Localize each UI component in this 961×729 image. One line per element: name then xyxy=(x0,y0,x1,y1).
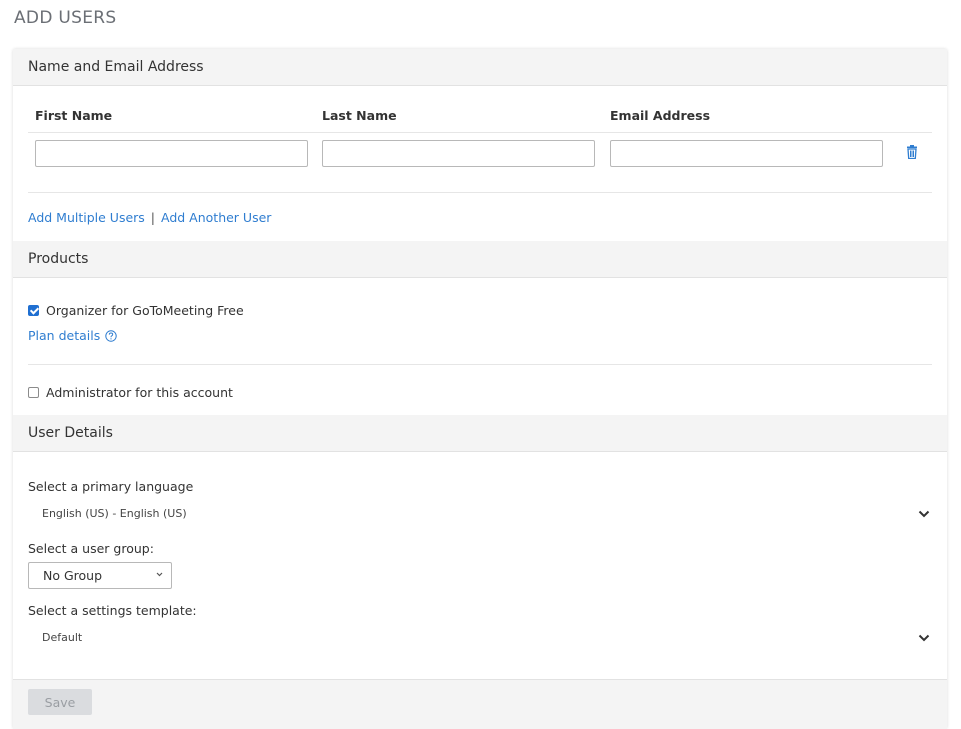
last-name-label: Last Name xyxy=(322,108,397,123)
add-user-links: Add Multiple Users | Add Another User xyxy=(28,210,271,225)
user-group-value: No Group xyxy=(43,568,103,583)
language-label: Select a primary language xyxy=(28,479,194,494)
email-address-label: Email Address xyxy=(610,108,711,123)
add-users-form: Name and Email Address First Name Last N… xyxy=(13,49,947,729)
page-title: ADD USERS xyxy=(14,8,117,28)
chevron-down-icon xyxy=(156,572,163,577)
organizer-checkbox-row[interactable]: Organizer for GoToMeeting Free xyxy=(28,303,244,318)
settings-template-label: Select a settings template: xyxy=(28,603,197,618)
plan-details-link[interactable]: Plan details xyxy=(28,328,100,343)
help-circle-icon[interactable] xyxy=(105,329,117,342)
administrator-checkbox[interactable] xyxy=(28,387,39,398)
language-select[interactable]: English (US) - English (US) xyxy=(42,507,187,520)
last-name-input[interactable] xyxy=(322,140,595,167)
add-multiple-users-link[interactable]: Add Multiple Users xyxy=(28,210,145,225)
link-separator: | xyxy=(150,210,156,225)
user-group-label: Select a user group: xyxy=(28,541,154,556)
divider xyxy=(28,192,932,193)
section-header-products: Products xyxy=(13,241,947,278)
administrator-checkbox-row[interactable]: Administrator for this account xyxy=(28,385,233,400)
organizer-checkbox[interactable] xyxy=(28,305,39,316)
divider xyxy=(28,364,932,365)
email-address-input[interactable] xyxy=(610,140,883,167)
plan-details[interactable]: Plan details xyxy=(28,328,117,343)
chevron-down-icon[interactable] xyxy=(918,634,930,642)
user-group-select[interactable]: No Group xyxy=(28,562,172,589)
add-another-user-link[interactable]: Add Another User xyxy=(161,210,271,225)
divider xyxy=(28,132,932,133)
organizer-label: Organizer for GoToMeeting Free xyxy=(46,303,244,318)
form-footer: Save xyxy=(13,679,947,729)
section-header-name-email: Name and Email Address xyxy=(13,49,947,86)
chevron-down-icon[interactable] xyxy=(918,510,930,518)
section-header-user-details: User Details xyxy=(13,415,947,452)
first-name-input[interactable] xyxy=(35,140,308,167)
settings-template-select[interactable]: Default xyxy=(42,631,82,644)
first-name-label: First Name xyxy=(35,108,113,123)
trash-icon[interactable] xyxy=(906,145,918,159)
administrator-label: Administrator for this account xyxy=(46,385,233,400)
save-button[interactable]: Save xyxy=(28,689,92,715)
